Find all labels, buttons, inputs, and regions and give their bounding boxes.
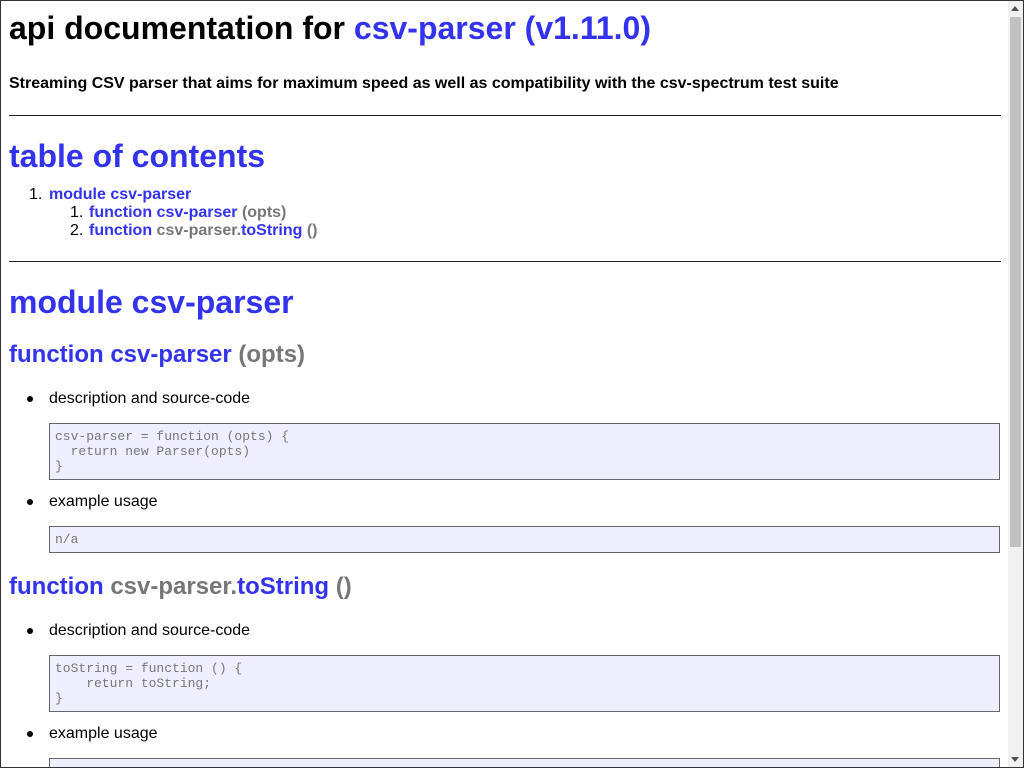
toc-link-function-tostring[interactable]: function [89, 222, 152, 239]
scroll-up-icon[interactable] [1011, 6, 1019, 11]
toc-heading: table of contents [9, 138, 266, 174]
function-name: csv-parser [110, 341, 232, 368]
toc-item-function-csv-parser: 1. function csv-parser (opts) [70, 204, 1001, 222]
function-name: toString [237, 573, 330, 600]
list-item: description and source-code csv-parser =… [27, 390, 1001, 480]
browser-viewport: api documentation for csv-parser (v1.11.… [0, 0, 1024, 768]
list-item: example usage ... [27, 725, 1001, 767]
toc-link-tostring-name[interactable]: toString [241, 222, 302, 239]
package-description: Streaming CSV parser that aims for maxim… [9, 75, 839, 92]
toc-item-function-tostring: 2. function csv-parser.toString () [70, 222, 1001, 240]
toc-keyword: function [89, 204, 153, 221]
bullet-icon [27, 396, 33, 402]
list-item: example usage n/a [27, 493, 1001, 553]
function-heading-csv-parser: function csv-parser (opts) [9, 341, 1001, 369]
function-owner: csv-parser. [110, 573, 238, 600]
toc-number: 1. [70, 204, 84, 221]
function-args: () [335, 573, 352, 600]
toc-function-name: csv-parser [156, 204, 238, 221]
toc-item-module: 1. module csv-parser 1. function csv-par… [29, 186, 1001, 240]
example-label: example usage [49, 725, 158, 742]
toc-number: 2. [70, 222, 84, 239]
list-item: description and source-code toString = f… [27, 622, 1001, 712]
scroll-down-icon[interactable] [1011, 757, 1019, 762]
toc-args: (opts) [241, 204, 287, 221]
source-label: description and source-code [49, 622, 251, 639]
divider [9, 115, 1001, 116]
bullet-icon [27, 499, 33, 505]
version-label: (v1.11.0) [524, 10, 651, 46]
function-heading-tostring: function csv-parser.toString () [9, 573, 1001, 601]
scrollbar-thumb[interactable] [1010, 17, 1021, 547]
example-label: example usage [49, 493, 158, 510]
function-args: (opts) [238, 341, 306, 368]
toc-keyword: function [89, 222, 153, 239]
source-label: description and source-code [49, 390, 251, 407]
bullet-icon [27, 731, 33, 737]
toc-link-module[interactable]: module csv-parser [49, 186, 191, 203]
toc-link-function-csv-parser[interactable]: function csv-parser [89, 204, 238, 221]
page-title-prefix: api documentation for [9, 10, 345, 46]
example-code-block: ... [49, 758, 1000, 767]
doc-content: api documentation for csv-parser (v1.11.… [9, 1, 1001, 767]
bullet-icon [27, 628, 33, 634]
function-keyword: function [9, 573, 104, 600]
source-code-block: toString = function () { return toString… [49, 655, 1000, 712]
toc-number: 1. [29, 186, 43, 203]
module-link[interactable]: csv-parser [354, 10, 516, 46]
module-heading: module csv-parser [9, 284, 294, 320]
vertical-scrollbar[interactable] [1008, 1, 1023, 767]
divider [9, 261, 1001, 262]
function-details: description and source-code csv-parser =… [9, 390, 1001, 553]
example-code-block: n/a [49, 526, 1000, 553]
page-title: api documentation for csv-parser (v1.11.… [9, 9, 1001, 47]
function-details: description and source-code toString = f… [9, 622, 1001, 767]
source-code-block: csv-parser = function (opts) { return ne… [49, 423, 1000, 480]
toc-owner: csv-parser. [156, 222, 242, 239]
toc-sublist: 1. function csv-parser (opts) 2. functio… [49, 204, 1001, 240]
function-keyword: function [9, 341, 104, 368]
toc-list: 1. module csv-parser 1. function csv-par… [9, 186, 1001, 240]
toc-args: () [306, 222, 318, 239]
